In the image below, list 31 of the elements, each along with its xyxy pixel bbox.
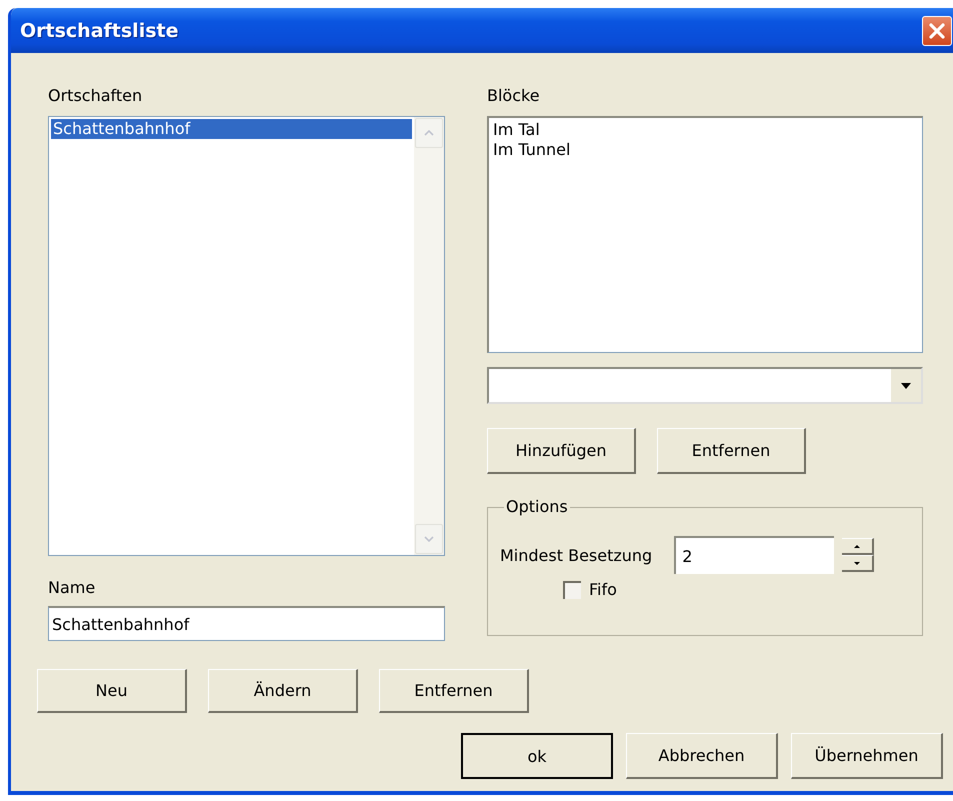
list-box[interactable]: Im Tal Im Tunnel [487, 116, 923, 353]
list-button[interactable]: Ändern [208, 669, 358, 713]
dialog-button[interactable]: ok [461, 733, 613, 779]
group-title: Options [504, 497, 570, 516]
list-item[interactable]: Im Tunnel [493, 140, 918, 160]
checkbox[interactable] [563, 580, 581, 598]
list-item[interactable]: Im Tal [493, 120, 918, 140]
list-label: Ortschaften [48, 86, 144, 107]
name-field[interactable]: Schattenbahnhof [48, 606, 445, 641]
up-arrow-icon [854, 544, 860, 548]
window-title: Ortschaftsliste [20, 20, 178, 42]
down-arrow-icon [854, 562, 860, 564]
close-icon [927, 20, 947, 40]
spin-up-button[interactable] [842, 538, 874, 555]
list-label: Blöcke [487, 86, 541, 107]
close-button[interactable] [922, 16, 952, 46]
list-button[interactable]: Neu [37, 669, 187, 713]
dropdown-button[interactable] [890, 369, 921, 402]
spin-field[interactable]: 2 [674, 536, 834, 574]
list-button[interactable]: Entfernen [379, 669, 529, 713]
block-button[interactable]: Hinzufügen [487, 428, 636, 474]
list-item[interactable]: Schattenbahnhof [51, 119, 412, 139]
dialog-button[interactable]: Abbrechen [626, 733, 778, 779]
dialog-button[interactable]: Übernehmen [791, 733, 943, 779]
checkbox-label: Fifo [589, 580, 617, 599]
caret-icon [901, 382, 911, 388]
list-box[interactable]: Schattenbahnhof [48, 116, 445, 556]
field-label: Name [48, 578, 96, 599]
block-button[interactable]: Entfernen [657, 428, 806, 474]
field-label: Mindest Besetzung [500, 546, 652, 564]
spin-down-button[interactable] [842, 555, 874, 572]
